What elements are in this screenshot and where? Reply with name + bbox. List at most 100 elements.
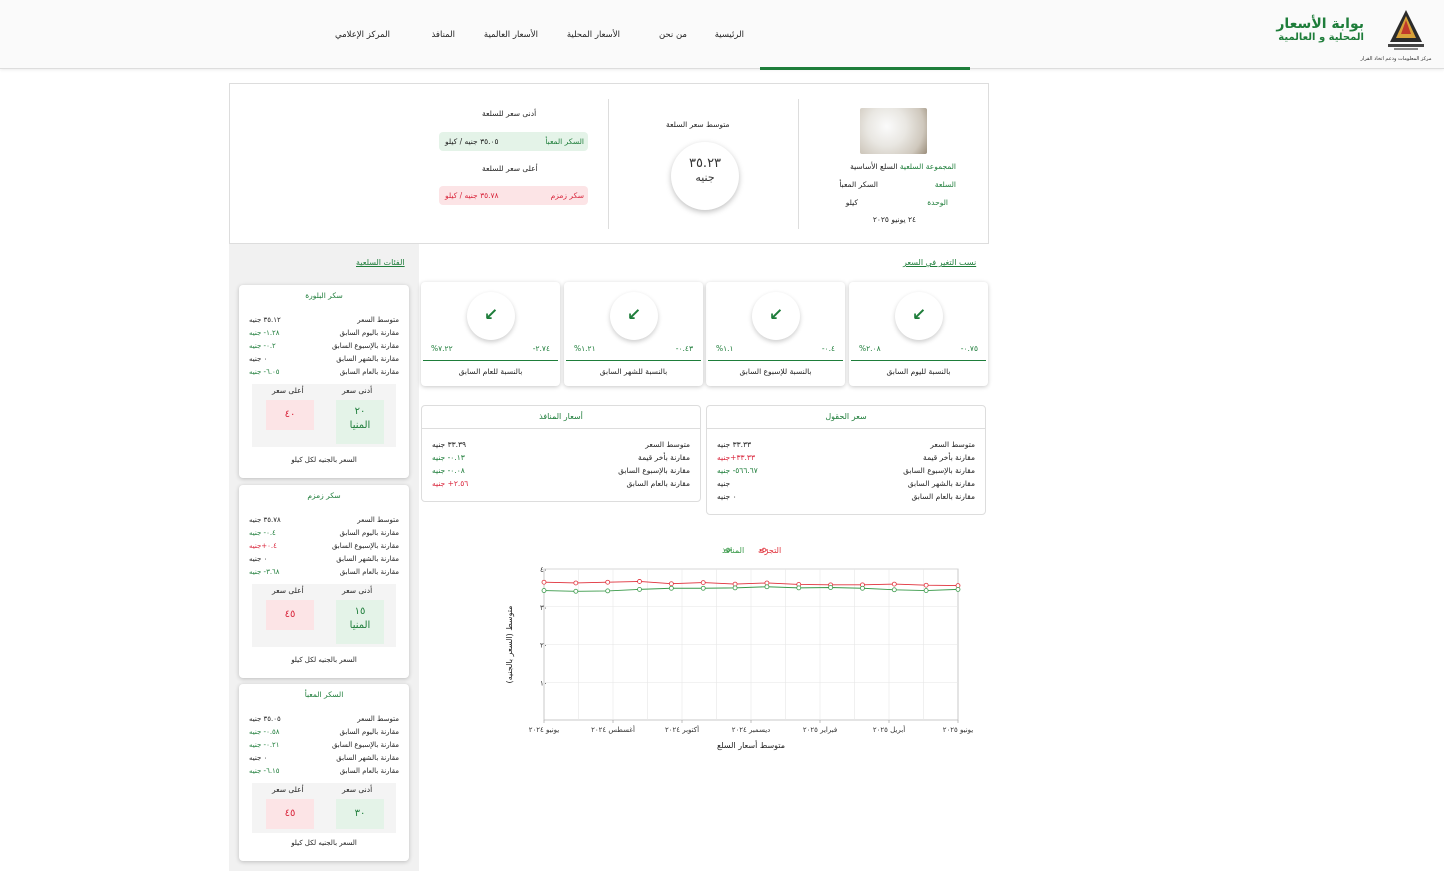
- row-value: ٠.٥٨- جنيه: [249, 728, 280, 736]
- x-tick-label: يونيو ٢٠٢٤: [529, 726, 560, 734]
- summary-date: ٢٤ يونيو ٢٠٢٥: [872, 215, 916, 224]
- arrow-down-left-icon: ↙: [895, 292, 943, 340]
- category-footer: السعر بالجنيه لكل كيلو: [291, 839, 357, 847]
- max-price-pill: سكر زمزم ٣٥.٧٨ جنيه / كيلو: [439, 186, 588, 205]
- x-tick-label: أبريل ٢٠٢٥: [873, 725, 905, 734]
- data-point: [605, 588, 611, 594]
- summary-divider: [798, 99, 799, 229]
- row-value: ٠.٠٨- جنيه: [432, 466, 465, 475]
- min-price: ٢٠: [354, 406, 366, 417]
- brand-title: بوابة الأسعار: [1276, 16, 1364, 32]
- change-percent: ١.٢١%: [574, 344, 596, 353]
- max-label: أعلى سعر: [272, 386, 304, 395]
- row-value: ٠.٤- جنيه: [249, 529, 276, 537]
- category-row: مقارنة باليوم السابق ١.٢٨- جنيه: [249, 329, 399, 341]
- y-tick-label: ٣٠: [540, 604, 548, 612]
- row-value: ٣.٦٨- جنيه: [249, 568, 280, 576]
- min-price-pill: السكر المعبأ ٣٥.٠٥ جنيه / كيلو: [439, 132, 588, 151]
- category-row: متوسط السعر ٣٥.١٢ جنيه: [249, 316, 399, 328]
- row-value: ٥٦٦.٦٧- جنيه: [717, 466, 758, 475]
- data-point: [668, 581, 674, 587]
- min-price: ١٥: [354, 606, 366, 617]
- nav-media-center[interactable]: المركز الإعلامي: [335, 30, 390, 44]
- change-percent: ٧.٢٢%: [431, 344, 453, 353]
- category-card[interactable]: سكر زمزم متوسط السعر ٣٥.٧٨ جنيه مقارنة با…: [239, 485, 409, 678]
- row-key: مقارنة باليوم السابق: [339, 329, 399, 337]
- unit-value: كيلو: [845, 198, 858, 207]
- arrow-down-left-icon: ↙: [752, 292, 800, 340]
- commodity-summary-card: المجموعة السلعية السلع الأساسية السلعة ا…: [229, 83, 989, 244]
- price-row: مقارنة بالإسبوع السابق ٥٦٦.٦٧- جنيه: [717, 466, 975, 478]
- min-max-panel: أدنى سعر أعلى سعر ١٥ المنيا ٤٥: [252, 584, 396, 647]
- active-tab-indicator: [760, 67, 970, 70]
- cabinet-emblem-icon: [1388, 10, 1424, 50]
- category-row: مقارنة بالشهر السابق ٠ جنيه: [249, 754, 399, 766]
- nav-home[interactable]: الرئيسية: [715, 30, 744, 44]
- max-price-box: ٤٥: [266, 799, 314, 829]
- price-row: متوسط السعر ٣٣.٣٩ جنيه: [432, 440, 690, 452]
- categories-title[interactable]: الفئات السلعية: [356, 258, 405, 267]
- portal-logo[interactable]: مركز المعلومات ودعم اتخاذ القرار بوابة ا…: [1276, 6, 1436, 62]
- change-card-month: ↙ ١.٢١% ٠.٤٣- بالنسبة للشهر السابق: [564, 282, 703, 386]
- categories-sidebar: الفئات السلعية سكر البلورة متوسط السعر ٣٥…: [229, 244, 419, 871]
- price-row: مقارنة بالإسبوع السابق ٠.٠٨- جنيه: [432, 466, 690, 478]
- nav-about[interactable]: من نحن: [659, 30, 687, 44]
- row-value: ٣٥.٧٨ جنيه: [249, 516, 281, 524]
- row-value: ٣٥.٠٥ جنيه: [249, 715, 281, 723]
- row-key: متوسط السعر: [357, 316, 399, 324]
- avg-price-circle: ٣٥.٢٣ جنيه: [671, 142, 739, 210]
- data-point: [828, 585, 834, 590]
- price-trend-chart: ١٠ ٢٠ ٣٠ ٤٠ يونيو ٢٠٢٤ أغسطس ٢٠٢٤ أكتوبر ٢٠٢٤ د…: [505, 546, 973, 750]
- min-title: أدنى سعر للسلعة: [482, 109, 537, 118]
- y-tick-label: ٤٠: [540, 566, 548, 574]
- nav-outlets[interactable]: المنافذ: [431, 30, 455, 44]
- min-label: أدنى سعر: [342, 785, 373, 794]
- change-label: بالنسبة للإسبوع السابق: [739, 367, 812, 376]
- category-row: مقارنة باليوم السابق ٠.٥٨- جنيه: [249, 728, 399, 740]
- data-point: [541, 579, 547, 585]
- arrow-down-left-icon: ↙: [610, 292, 658, 340]
- change-abs: ٠.٤٣-: [675, 344, 693, 353]
- min-max-panel: أدنى سعر أعلى سعر ٢٠ المنيا ٤٠: [252, 384, 396, 447]
- summary-divider: [608, 99, 609, 229]
- nav-local-prices[interactable]: الأسعار المحلية: [567, 30, 620, 44]
- card-divider: [708, 360, 843, 361]
- group-row: المجموعة السلعية السلع الأساسية: [850, 162, 956, 171]
- max-price: ٤٥: [284, 609, 296, 620]
- max-title: أعلى سعر للسلعة: [482, 164, 538, 173]
- category-row: مقارنة بالإسبوع السابق ٠.٢١- جنيه: [249, 741, 399, 753]
- category-name: سكر زمزم: [307, 491, 341, 500]
- field-price-card: سعر الحقول متوسط السعر ٣٣.٣٣ جنيه مقارنة …: [706, 405, 986, 515]
- nav-global-prices[interactable]: الأسعار العالمية: [484, 30, 538, 44]
- change-card-year: ↙ ٧.٢٢% ٢.٧٤- بالنسبة للعام السابق: [421, 282, 560, 386]
- data-point: [796, 585, 802, 591]
- min-price-box: ٢٠ المنيا: [336, 400, 384, 444]
- change-title[interactable]: نسب التغير في السعر: [903, 258, 976, 267]
- y-axis-label: متوسط (السعر بالجنيه): [505, 606, 514, 684]
- min-place: المنيا: [349, 420, 371, 431]
- min-commodity-name: السكر المعبأ: [545, 137, 584, 146]
- category-row: مقارنة بالشهر السابق ٠ جنيه: [249, 355, 399, 367]
- avg-price-unit: جنيه: [695, 171, 715, 184]
- category-footer: السعر بالجنيه لكل كيلو: [291, 656, 357, 664]
- row-value: ٠.٢١- جنيه: [249, 741, 280, 749]
- price-row: مقارنة بالشهر السابق جنيه: [717, 479, 975, 491]
- data-point: [860, 585, 865, 591]
- category-row: متوسط السعر ٣٥.٠٥ جنيه: [249, 715, 399, 727]
- change-card-day: ↙ ٢.٠٨% ٠.٧٥- بالنسبة لليوم السابق: [849, 282, 988, 386]
- row-key: مقارنة باليوم السابق: [339, 728, 399, 736]
- category-card[interactable]: سكر البلورة متوسط السعر ٣٥.١٢ جنيه مقارنة…: [239, 285, 409, 478]
- category-card[interactable]: السكر المعبأ متوسط السعر ٣٥.٠٥ جنيه مقارن…: [239, 684, 409, 861]
- data-point: [923, 588, 929, 593]
- outlet-price-title: أسعار المنافذ: [539, 412, 583, 421]
- data-point: [605, 579, 611, 585]
- card-divider: [423, 360, 558, 361]
- y-tick-label: ١٠: [540, 679, 548, 687]
- max-label: أعلى سعر: [272, 785, 304, 794]
- x-tick-label: أغسطس ٢٠٢٤: [591, 725, 635, 734]
- price-row: مقارنة بالعام السابق ٢.٥٦+ جنيه: [432, 479, 690, 491]
- card-divider: [851, 360, 986, 361]
- min-label: أدنى سعر: [342, 586, 373, 595]
- row-value: ٠.٢- جنيه: [249, 342, 276, 350]
- max-price-box: ٤٥: [266, 600, 314, 630]
